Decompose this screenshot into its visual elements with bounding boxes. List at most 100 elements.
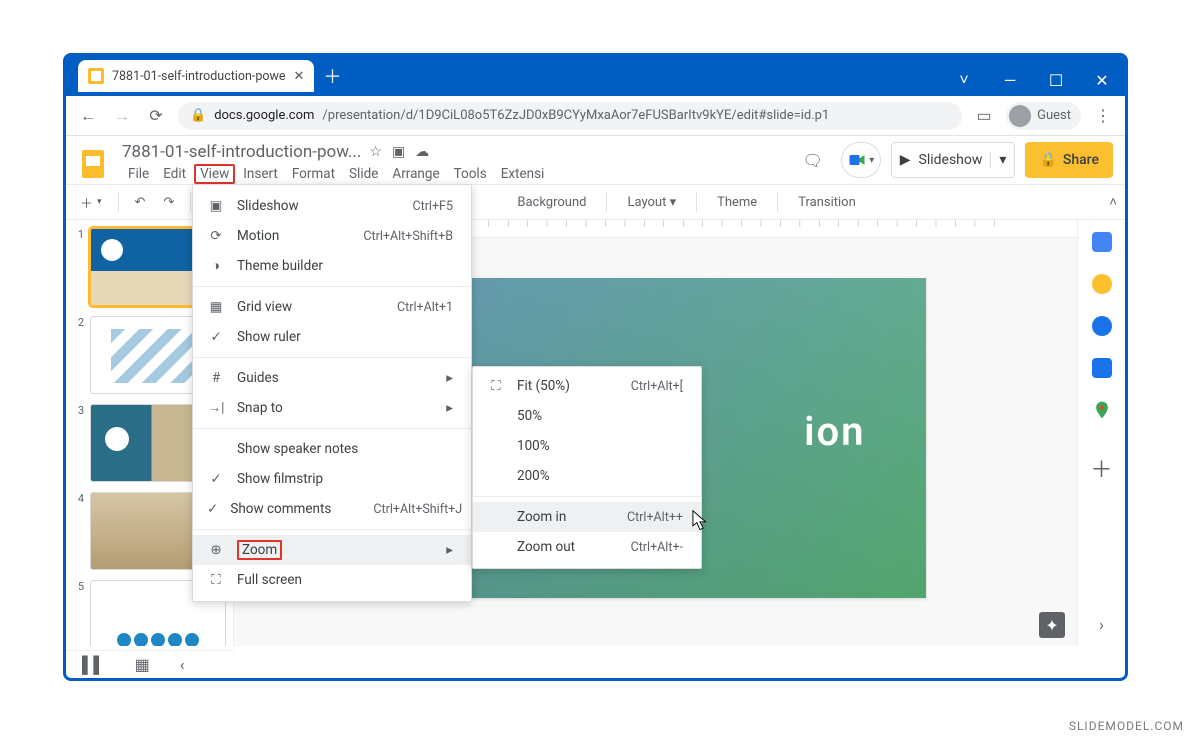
menu-item-icon: ⛶	[207, 572, 225, 588]
browser-window: 7881-01-self-introduction-powe ✕ ＋ ˅ — ☐…	[63, 53, 1128, 681]
close-icon[interactable]: ✕	[1079, 64, 1125, 96]
menu-item-label: Snap to	[237, 400, 434, 416]
menu-item-shortcut: Ctrl+Alt+1	[397, 300, 453, 315]
zoom-item-zoom-out[interactable]: Zoom outCtrl+Alt+-	[473, 532, 701, 562]
new-slide-button[interactable]: ＋ ▾	[74, 189, 108, 216]
submenu-arrow-icon: ▸	[446, 542, 453, 558]
url-path: /presentation/d/1D9CiL08o5T6ZzJD0xB9CYyM…	[322, 108, 829, 123]
chevron-left-icon[interactable]: ‹	[180, 655, 185, 674]
menu-view[interactable]: View	[194, 164, 235, 184]
share-label: Share	[1063, 152, 1099, 168]
explore-button[interactable]: ✦	[1039, 612, 1065, 638]
contacts-icon[interactable]	[1092, 358, 1112, 378]
new-tab-button[interactable]: ＋	[318, 62, 346, 90]
thumb-index: 3	[72, 404, 84, 482]
redo-button[interactable]: ↷	[157, 191, 180, 214]
zoom-item-200-[interactable]: 200%	[473, 461, 701, 491]
menu-edit[interactable]: Edit	[157, 164, 192, 184]
menu-item-icon: →|	[207, 400, 225, 416]
undo-button[interactable]: ↶	[129, 191, 152, 214]
profile-label: Guest	[1037, 108, 1071, 123]
menu-item-show-speaker-notes[interactable]: Show speaker notes	[193, 434, 471, 464]
menu-insert[interactable]: Insert	[237, 164, 284, 184]
menu-item-slideshow[interactable]: ▣SlideshowCtrl+F5	[193, 191, 471, 221]
menu-item-full-screen[interactable]: ⛶Full screen	[193, 565, 471, 595]
menu-item-icon: ▦	[207, 299, 225, 315]
meet-button[interactable]: ▾	[841, 142, 881, 178]
kebab-menu-icon[interactable]: ⋮	[1091, 104, 1115, 128]
thumb-index: 5	[72, 580, 84, 646]
menu-item-label: Guides	[237, 370, 434, 386]
menu-format[interactable]: Format	[286, 164, 341, 184]
side-panel: ＋ ›	[1077, 220, 1125, 646]
url-field[interactable]: 🔒 docs.google.com/presentation/d/1D9CiL0…	[178, 102, 962, 130]
reading-list-icon[interactable]: ▭	[972, 104, 996, 128]
star-icon[interactable]: ☆	[369, 144, 382, 160]
slides-logo-icon[interactable]	[74, 144, 114, 184]
menu-tools[interactable]: Tools	[448, 164, 493, 184]
keep-icon[interactable]	[1092, 274, 1112, 294]
address-bar: ← → ⟳ 🔒 docs.google.com/presentation/d/1…	[66, 96, 1125, 136]
minimize-icon[interactable]: —	[987, 64, 1033, 96]
chevron-down-icon[interactable]: ▾	[990, 152, 1006, 168]
add-addon-icon[interactable]: ＋	[1090, 452, 1112, 484]
menu-item-zoom[interactable]: ⊕Zoom▸	[193, 535, 471, 565]
theme-button[interactable]: Theme	[707, 191, 767, 214]
menu-item-show-ruler[interactable]: ✓Show ruler	[193, 322, 471, 352]
maximize-icon[interactable]: ☐	[1033, 64, 1079, 96]
titlebar: 7881-01-self-introduction-powe ✕ ＋ ˅ — ☐…	[66, 56, 1125, 96]
reload-button[interactable]: ⟳	[144, 104, 168, 128]
tasks-icon[interactable]	[1092, 316, 1112, 336]
tab-close-icon[interactable]: ✕	[294, 69, 305, 84]
zoom-item-50-[interactable]: 50%	[473, 401, 701, 431]
menu-item-motion[interactable]: ⟳MotionCtrl+Alt+Shift+B	[193, 221, 471, 251]
menu-item-label: Grid view	[237, 299, 355, 315]
chevron-down-icon[interactable]: ˅	[941, 64, 987, 96]
menu-item-label: Motion	[237, 228, 321, 244]
forward-button[interactable]: →	[110, 104, 134, 128]
grid-view-icon[interactable]: ▦	[135, 655, 150, 674]
zoom-item-fit-50-[interactable]: ⛶Fit (50%)Ctrl+Alt+[	[473, 371, 701, 401]
maps-icon[interactable]	[1092, 400, 1112, 420]
mouse-cursor-icon	[692, 510, 708, 532]
menu-item-icon: ⟳	[207, 228, 225, 244]
calendar-icon[interactable]	[1092, 232, 1112, 252]
menu-item-icon: ✓	[207, 471, 225, 487]
layout-button[interactable]: Layout ▾	[617, 191, 686, 214]
menubar: File Edit View Insert Format Slide Arran…	[122, 164, 502, 184]
browser-tab[interactable]: 7881-01-self-introduction-powe ✕	[78, 60, 314, 92]
menu-item-label: 100%	[517, 438, 683, 454]
menu-arrange[interactable]: Arrange	[386, 164, 445, 184]
back-button[interactable]: ←	[76, 104, 100, 128]
menu-item-label: Theme builder	[237, 258, 453, 274]
view-dropdown-menu: ▣SlideshowCtrl+F5⟳MotionCtrl+Alt+Shift+B…	[192, 184, 472, 602]
chevron-right-icon[interactable]: ›	[1099, 615, 1104, 634]
menu-item-guides[interactable]: #Guides▸	[193, 363, 471, 393]
background-button[interactable]: Background	[507, 191, 596, 214]
menu-item-snap-to[interactable]: →|Snap to▸	[193, 393, 471, 423]
menu-file[interactable]: File	[122, 164, 155, 184]
menu-item-show-filmstrip[interactable]: ✓ Show filmstrip	[193, 464, 471, 494]
zoom-item-zoom-in[interactable]: Zoom inCtrl+Alt++	[473, 502, 701, 532]
collapse-toolbar-icon[interactable]: ˄	[1109, 194, 1117, 210]
menu-item-label: Fit (50%)	[517, 378, 589, 394]
menu-item-label: Slideshow	[237, 198, 370, 214]
zoom-item-100-[interactable]: 100%	[473, 431, 701, 461]
menu-item-icon: ✓	[207, 501, 218, 517]
lock-icon: 🔒	[190, 108, 206, 123]
filmstrip-view-icon[interactable]: ▌▌	[82, 655, 105, 675]
menu-item-show-comments[interactable]: ✓Show commentsCtrl+Alt+Shift+J	[193, 494, 471, 524]
comment-history-icon[interactable]: 🗨	[795, 142, 831, 178]
share-button[interactable]: 🔒 Share	[1025, 142, 1113, 178]
move-icon[interactable]: ▣	[392, 144, 405, 160]
transition-button[interactable]: Transition	[788, 191, 866, 214]
slideshow-button[interactable]: ▶ Slideshow ▾	[891, 142, 1016, 178]
menu-item-grid-view[interactable]: ▦ Grid view Ctrl+Alt+1	[193, 292, 471, 322]
menu-extensions[interactable]: Extensi	[495, 164, 551, 184]
menu-item-theme-builder[interactable]: ◑Theme builder	[193, 251, 471, 281]
menu-item-label: Show filmstrip	[237, 471, 453, 487]
document-title[interactable]: 7881-01-self-introduction-pow...	[122, 142, 361, 162]
menu-slide[interactable]: Slide	[343, 164, 384, 184]
profile-chip[interactable]: Guest	[1006, 102, 1081, 130]
cloud-status-icon[interactable]: ☁	[415, 144, 429, 160]
